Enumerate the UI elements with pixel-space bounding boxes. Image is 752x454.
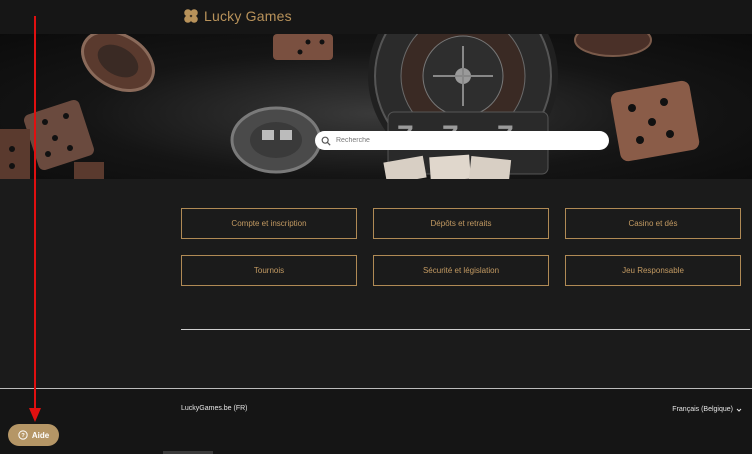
dice-icon bbox=[74, 162, 104, 179]
search-bar[interactable] bbox=[315, 131, 609, 150]
language-label: Français (Belgique) bbox=[672, 406, 733, 413]
footer bbox=[0, 388, 752, 454]
search-input[interactable] bbox=[336, 137, 596, 144]
casino-illustration: 7 7 7 bbox=[0, 34, 700, 179]
question-circle-icon: ? bbox=[18, 430, 28, 440]
hero-banner: 7 7 7 bbox=[0, 34, 752, 179]
dice-icon bbox=[610, 80, 700, 162]
chip-icon bbox=[81, 34, 155, 92]
svg-text:?: ? bbox=[21, 433, 25, 439]
language-selector[interactable]: Français (Belgique) bbox=[672, 406, 742, 413]
category-deposits-withdrawals[interactable]: Dépôts et retraits bbox=[373, 208, 549, 239]
logo[interactable]: Lucky Games bbox=[182, 7, 292, 25]
category-tournaments[interactable]: Tournois bbox=[181, 255, 357, 286]
chip-icon bbox=[574, 34, 652, 57]
top-bar: Lucky Games bbox=[0, 0, 752, 34]
dice-icon bbox=[0, 129, 30, 179]
dice-icon bbox=[24, 100, 94, 170]
dice-icon bbox=[273, 34, 333, 60]
logo-text: Lucky Games bbox=[204, 8, 292, 24]
help-button[interactable]: ? Aide bbox=[8, 424, 59, 446]
help-label: Aide bbox=[31, 430, 50, 440]
footer-site-link[interactable]: LuckyGames.be (FR) bbox=[181, 405, 248, 412]
chevron-down-icon bbox=[736, 408, 742, 412]
category-security-legislation[interactable]: Sécurité et législation bbox=[373, 255, 549, 286]
category-account-registration[interactable]: Compte et inscription bbox=[181, 208, 357, 239]
divider bbox=[181, 329, 750, 330]
category-casino-dice[interactable]: Casino et dés bbox=[565, 208, 741, 239]
search-icon bbox=[321, 136, 331, 146]
clover-icon bbox=[184, 9, 198, 23]
category-responsible-gaming[interactable]: Jeu Responsable bbox=[565, 255, 741, 286]
chip-icon bbox=[230, 106, 322, 174]
